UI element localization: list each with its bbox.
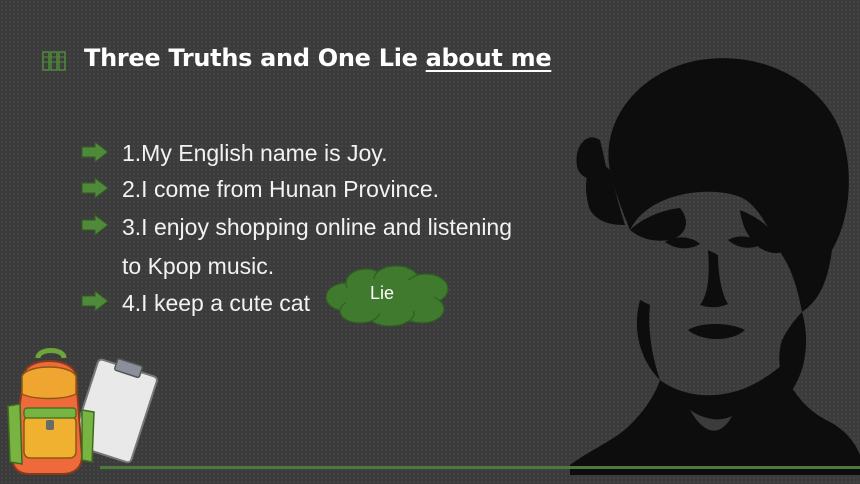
book-icon xyxy=(42,51,66,71)
woman-silhouette xyxy=(570,58,860,475)
title-main-text: Three Truths and One Lie xyxy=(84,44,426,72)
backpack-clipboard-illustration xyxy=(7,348,158,475)
slide-title: Three Truths and One Lie about me xyxy=(84,44,552,72)
list-item-3-continued: to Kpop music. xyxy=(122,253,275,279)
list-item-4: 4.I keep a cute cat xyxy=(122,290,310,316)
lie-label: Lie xyxy=(369,283,395,303)
list-item-3: 3.I enjoy shopping online and listening xyxy=(122,214,513,240)
bottom-accent-line xyxy=(100,466,860,469)
arrow-right-icon xyxy=(81,289,109,313)
arrow-right-icon xyxy=(81,140,109,164)
slide: Three Truths and One Lie about me 1.My E… xyxy=(0,0,860,484)
arrow-right-icon xyxy=(81,213,109,237)
title-underlined-text: about me xyxy=(425,44,552,72)
list-item-2: 2.I come from Hunan Province. xyxy=(122,176,440,202)
list-item-1: 1.My English name is Joy. xyxy=(122,140,388,166)
arrow-right-icon xyxy=(81,176,109,200)
